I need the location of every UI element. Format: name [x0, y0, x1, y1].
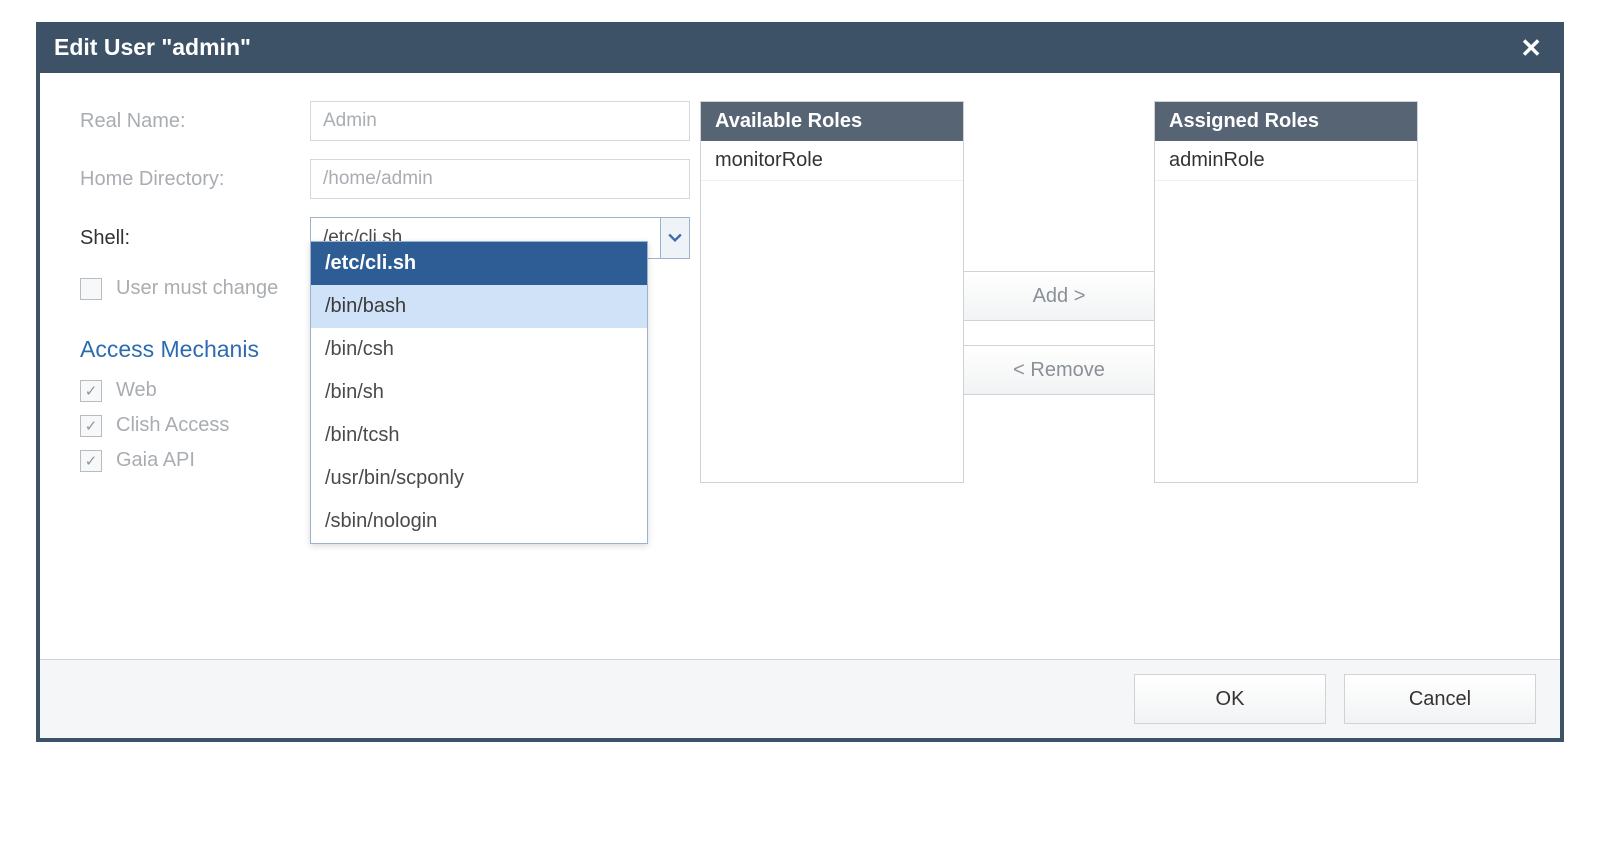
cancel-button[interactable]: Cancel — [1344, 674, 1536, 724]
label-real-name: Real Name: — [80, 110, 310, 133]
shell-option[interactable]: /etc/cli.sh — [311, 242, 647, 285]
available-roles-header: Available Roles — [701, 102, 963, 141]
access-checkbox[interactable]: ✓ — [80, 450, 102, 472]
assigned-roles-list[interactable]: adminRole — [1155, 141, 1417, 482]
shell-option[interactable]: /sbin/nologin — [311, 500, 647, 543]
shell-option[interactable]: /bin/tcsh — [311, 414, 647, 457]
roles-area: Available Roles monitorRole Add > < Remo… — [700, 101, 1418, 483]
available-roles-panel: Available Roles monitorRole — [700, 101, 964, 483]
ok-button[interactable]: OK — [1134, 674, 1326, 724]
access-label: Clish Access — [116, 414, 229, 437]
transfer-buttons: Add > < Remove — [964, 101, 1154, 395]
ok-label: OK — [1216, 688, 1245, 711]
input-real-name[interactable] — [310, 101, 690, 141]
input-home-directory[interactable] — [310, 159, 690, 199]
edit-user-dialog: Edit User "admin" ✕ Real Name: Home Dire… — [36, 22, 1564, 742]
dialog-footer: OK Cancel — [40, 659, 1560, 738]
assigned-roles-panel: Assigned Roles adminRole — [1154, 101, 1418, 483]
access-label: Web — [116, 379, 157, 402]
shell-option[interactable]: /bin/csh — [311, 328, 647, 371]
add-role-label: Add > — [1033, 285, 1086, 308]
row-home-directory: Home Directory: — [80, 159, 690, 199]
label-must-change: User must change — [116, 277, 278, 300]
chevron-down-icon — [668, 233, 682, 243]
label-home-directory: Home Directory: — [80, 168, 310, 191]
close-icon[interactable]: ✕ — [1520, 35, 1542, 61]
assigned-roles-header: Assigned Roles — [1155, 102, 1417, 141]
role-item[interactable]: monitorRole — [701, 141, 963, 181]
shell-dropdown-list[interactable]: /etc/cli.sh/bin/bash/bin/csh/bin/sh/bin/… — [310, 241, 648, 544]
shell-option[interactable]: /bin/sh — [311, 371, 647, 414]
checkbox-must-change[interactable] — [80, 278, 102, 300]
label-shell: Shell: — [80, 227, 310, 250]
cancel-label: Cancel — [1409, 688, 1471, 711]
row-real-name: Real Name: — [80, 101, 690, 141]
access-checkbox[interactable]: ✓ — [80, 380, 102, 402]
remove-role-label: < Remove — [1013, 359, 1105, 382]
dialog-body: Real Name: Home Directory: Shell: /etc/c… — [40, 73, 1560, 659]
access-checkbox[interactable]: ✓ — [80, 415, 102, 437]
add-role-button[interactable]: Add > — [963, 271, 1155, 321]
dialog-header: Edit User "admin" ✕ — [40, 26, 1560, 73]
shell-option[interactable]: /bin/bash — [311, 285, 647, 328]
remove-role-button[interactable]: < Remove — [963, 345, 1155, 395]
shell-dropdown-trigger[interactable] — [660, 218, 689, 258]
role-item[interactable]: adminRole — [1155, 141, 1417, 181]
shell-option[interactable]: /usr/bin/scponly — [311, 457, 647, 500]
dialog-title: Edit User "admin" — [54, 34, 251, 61]
form-column: Real Name: Home Directory: Shell: /etc/c… — [80, 101, 690, 472]
available-roles-list[interactable]: monitorRole — [701, 141, 963, 482]
access-label: Gaia API — [116, 449, 195, 472]
